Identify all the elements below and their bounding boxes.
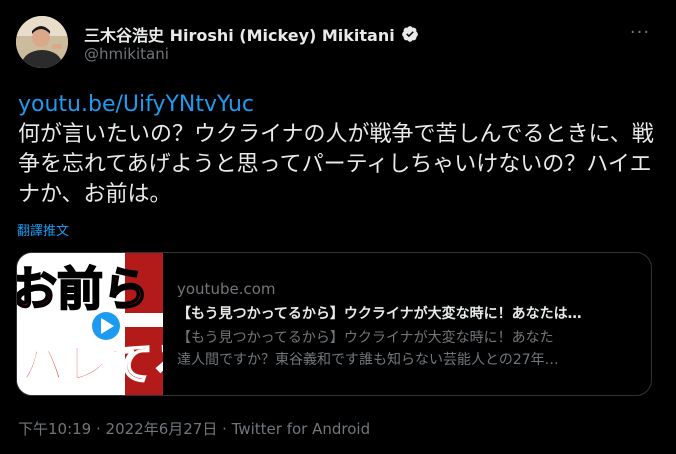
meta-separator: · — [217, 420, 232, 438]
thumbnail-image: お前ら らバレてる — [17, 253, 163, 395]
tweet-text: 何が言いたいの？ウクライナの人が戦争で苦しんでるときに、戦争を忘れてあげようと思… — [18, 122, 654, 207]
author-display-name[interactable]: 三木谷浩史 Hiroshi (Mickey) Mikitani — [84, 22, 395, 46]
tweet-date[interactable]: 2022年6月27日 — [106, 420, 218, 438]
card-thumbnail[interactable]: お前ら らバレてる — [17, 253, 163, 395]
avatar-image — [16, 16, 68, 68]
thumbnail-text-bottom: らバレてる — [17, 339, 163, 390]
play-icon[interactable] — [89, 309, 123, 343]
author-name-row[interactable]: 三木谷浩史 Hiroshi (Mickey) Mikitani — [84, 22, 419, 46]
tweet-body: youtu.be/UifyYNtvYuc 何が言いたいの？ウクライナの人が戦争で… — [18, 90, 658, 210]
author-handle[interactable]: @hmikitani — [84, 45, 169, 63]
link-card[interactable]: お前ら らバレてる youtube.com 【もう見つかってるから】ウクライナが… — [16, 252, 652, 396]
tweet-link[interactable]: youtu.be/UifyYNtvYuc — [18, 90, 658, 120]
verified-badge-icon — [401, 26, 418, 42]
thumbnail-text-top: お前ら — [17, 262, 149, 316]
tweet-time[interactable]: 下午10:19 — [18, 420, 91, 438]
translate-tweet-link[interactable]: 翻譯推文 — [17, 220, 69, 239]
avatar[interactable] — [16, 16, 68, 68]
card-description-line: 【もう見つかってるから】ウクライナが大変な時に！あなた — [177, 330, 554, 346]
tweet-meta: 下午10:19 · 2022年6月27日 · Twitter for Andro… — [18, 418, 370, 439]
card-title: 【もう見つかってるから】ウクライナが大変な時に！あなたは… — [177, 306, 582, 322]
card-description-line: 達人間ですか？東谷義和です誰も知らない芸能人との27年… — [177, 352, 559, 368]
card-description: 【もう見つかってるから】ウクライナが大変な時に！あなた 達人間ですか？東谷義和で… — [177, 327, 637, 371]
more-options-button[interactable]: ··· — [626, 20, 654, 44]
tweet-source: Twitter for Android — [231, 420, 371, 438]
card-domain: youtube.com — [177, 280, 276, 298]
meta-separator: · — [91, 420, 106, 438]
